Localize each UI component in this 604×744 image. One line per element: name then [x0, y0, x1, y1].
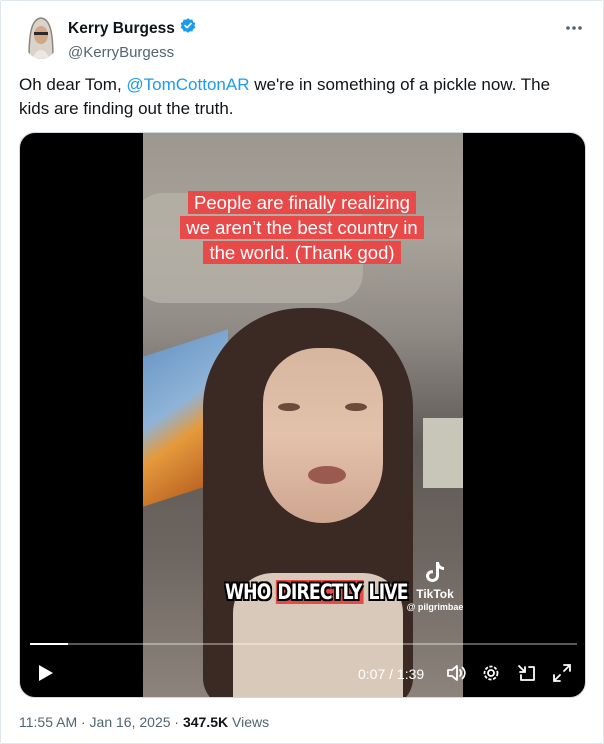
tiktok-logo-icon — [400, 561, 470, 587]
fullscreen-icon[interactable] — [551, 662, 573, 684]
views-label: Views — [228, 714, 270, 730]
progress-bar[interactable] — [30, 643, 577, 645]
caption-line-2: we aren’t the best country in — [180, 216, 424, 239]
more-options-icon[interactable] — [565, 15, 583, 36]
exit-fullscreen-icon[interactable] — [516, 662, 538, 684]
mention-link[interactable]: @TomCottonAR — [126, 75, 249, 94]
play-icon[interactable] — [34, 662, 56, 684]
author-block: Kerry Burgess @KerryBurgess — [68, 17, 197, 61]
verified-badge-icon — [179, 17, 197, 40]
video-subtitle: WHO DIRECTLY LIVE — [225, 580, 409, 604]
person-mouth — [308, 466, 346, 484]
tiktok-user: @ pilgrimbae — [406, 602, 464, 612]
person-eye-left — [278, 403, 300, 411]
tiktok-watermark: TikTok @ pilgrimbae — [400, 561, 470, 612]
progress-fill — [30, 643, 69, 645]
caption-line-3: the world. (Thank god) — [203, 241, 401, 264]
tweet-text-start: Oh dear Tom, — [19, 75, 127, 94]
person-face — [263, 348, 383, 523]
avatar-image — [23, 15, 59, 59]
tweet-text: Oh dear Tom, @TomCottonAR we're in somet… — [19, 73, 579, 121]
tweet-card: Kerry Burgess @KerryBurgess Oh dear Tom,… — [0, 0, 604, 744]
author-name[interactable]: Kerry Burgess — [68, 20, 175, 38]
settings-icon[interactable] — [480, 662, 502, 684]
author-handle[interactable]: @KerryBurgess — [68, 44, 197, 61]
views-count: 347.5K — [182, 714, 229, 730]
avatar[interactable] — [23, 15, 59, 59]
subtitle-highlight: DIRECTLY — [275, 580, 364, 604]
video-controls: 0:07 / 1:39 — [20, 658, 585, 690]
subtitle-pre: WHO — [225, 580, 276, 604]
timestamp[interactable]: 11:55 AM · Jan 16, 2025 · — [19, 714, 183, 730]
tweet-meta: 11:55 AM · Jan 16, 2025 · 347.5K Views — [19, 714, 269, 730]
volume-icon[interactable] — [445, 662, 467, 684]
video-caption: People are finally realizing we aren’t t… — [175, 191, 429, 266]
tiktok-brand: TikTok — [416, 587, 454, 601]
person-eye-right — [345, 403, 367, 411]
car-window-right — [423, 418, 463, 488]
time-display: 0:07 / 1:39 — [358, 666, 425, 682]
caption-line-1: People are finally realizing — [188, 191, 416, 214]
video-player[interactable]: People are finally realizing we aren’t t… — [19, 132, 586, 698]
